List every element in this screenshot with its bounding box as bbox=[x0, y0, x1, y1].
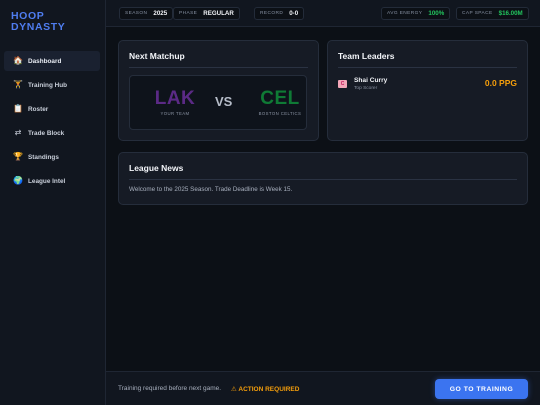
league-news-title: League News bbox=[129, 163, 184, 173]
sidebar-nav: 🏠 Dashboard 🏋 Training Hub 📋 Roster ⇄ Tr… bbox=[4, 51, 100, 195]
leader-info: Shai Curry Top Scorer bbox=[354, 77, 387, 92]
sidebar-item-standings[interactable]: 🏆 Standings bbox=[4, 147, 100, 167]
sidebar-item-label: Trade Block bbox=[28, 129, 65, 137]
card-divider bbox=[129, 179, 517, 180]
next-matchup-card: Next Matchup LAK YOUR TEAM VS CEL BOSTON… bbox=[118, 40, 319, 141]
sidebar-item-label: Training Hub bbox=[28, 81, 68, 89]
leader-stat: 0.0 PPG bbox=[484, 78, 517, 88]
weightlifter-icon: 🏋 bbox=[13, 80, 23, 89]
away-team-abbr: CEL bbox=[260, 88, 300, 109]
energy-label: AVG ENERGY bbox=[387, 11, 423, 16]
energy-pill: AVG ENERGY 100% bbox=[381, 7, 451, 20]
team-leaders-title: Team Leaders bbox=[338, 51, 395, 61]
cap-space-pill: CAP SPACE $16.00M bbox=[456, 7, 529, 20]
phase-pill: PHASE REGULAR bbox=[173, 7, 240, 20]
league-news-text: Welcome to the 2025 Season. Trade Deadli… bbox=[129, 186, 293, 193]
next-matchup-title: Next Matchup bbox=[129, 51, 185, 61]
position-badge: C bbox=[338, 80, 347, 88]
app-logo[interactable]: HOOP DYNASTY bbox=[11, 11, 65, 33]
sidebar-item-trade-block[interactable]: ⇄ Trade Block bbox=[4, 123, 100, 143]
card-divider bbox=[338, 67, 517, 68]
cap-space-label: CAP SPACE bbox=[462, 11, 493, 16]
sidebar-item-league-intel[interactable]: 🌍 League Intel bbox=[4, 171, 100, 191]
app-title-line2: DYNASTY bbox=[11, 21, 66, 33]
globe-icon: 🌍 bbox=[13, 176, 23, 185]
bottom-action-bar: Training required before next game. ⚠ AC… bbox=[106, 371, 540, 405]
home-team-abbr: LAK bbox=[154, 88, 196, 109]
action-required-warning: ⚠ ACTION REQUIRED bbox=[231, 386, 300, 393]
away-team-subtitle: BOSTON CELTICS bbox=[258, 111, 302, 116]
season-label: SEASON bbox=[125, 11, 148, 16]
season-value: 2025 bbox=[153, 10, 168, 17]
record-label: RECORD bbox=[260, 11, 284, 16]
leader-name: Shai Curry bbox=[354, 77, 388, 84]
league-news-card: League News Welcome to the 2025 Season. … bbox=[118, 152, 528, 205]
trophy-icon: 🏆 bbox=[13, 152, 23, 161]
home-team: LAK YOUR TEAM bbox=[145, 89, 205, 116]
home-team-subtitle: YOUR TEAM bbox=[160, 111, 190, 116]
matchup-panel[interactable]: LAK YOUR TEAM VS CEL BOSTON CELTICS bbox=[129, 75, 307, 130]
sidebar-item-dashboard[interactable]: 🏠 Dashboard bbox=[4, 51, 100, 71]
sidebar-item-label: Roster bbox=[28, 105, 49, 113]
sidebar-item-training-hub[interactable]: 🏋 Training Hub bbox=[4, 75, 100, 95]
sidebar-item-roster[interactable]: 📋 Roster bbox=[4, 99, 100, 119]
sidebar-item-label: Dashboard bbox=[28, 57, 62, 65]
home-icon: 🏠 bbox=[13, 56, 23, 65]
phase-label: PHASE bbox=[179, 11, 198, 16]
sidebar: HOOP DYNASTY 🏠 Dashboard 🏋 Training Hub … bbox=[0, 0, 106, 405]
versus-label: VS bbox=[215, 94, 233, 109]
season-pill: SEASON 2025 bbox=[119, 7, 174, 20]
away-team: CEL BOSTON CELTICS bbox=[250, 89, 310, 116]
leader-role: Top Scorer bbox=[354, 86, 378, 91]
clipboard-icon: 📋 bbox=[13, 104, 23, 113]
record-pill: RECORD 0-0 bbox=[254, 7, 305, 20]
record-value: 0-0 bbox=[289, 10, 299, 17]
sidebar-item-label: Standings bbox=[28, 153, 59, 161]
cap-space-value: $16.00M bbox=[498, 10, 523, 17]
leader-row[interactable]: C Shai Curry Top Scorer bbox=[338, 77, 387, 92]
sidebar-item-label: League Intel bbox=[28, 177, 66, 185]
card-divider bbox=[129, 67, 308, 68]
status-message: Training required before next game. bbox=[118, 385, 222, 392]
top-status-bar: SEASON 2025 PHASE REGULAR RECORD 0-0 AVG… bbox=[106, 0, 540, 27]
energy-value: 100% bbox=[428, 10, 445, 17]
team-leaders-card: Team Leaders C Shai Curry Top Scorer 0.0… bbox=[327, 40, 528, 141]
swap-arrows-icon: ⇄ bbox=[14, 128, 22, 137]
go-to-training-button[interactable]: GO TO TRAINING bbox=[435, 379, 528, 399]
phase-value: REGULAR bbox=[203, 10, 234, 17]
